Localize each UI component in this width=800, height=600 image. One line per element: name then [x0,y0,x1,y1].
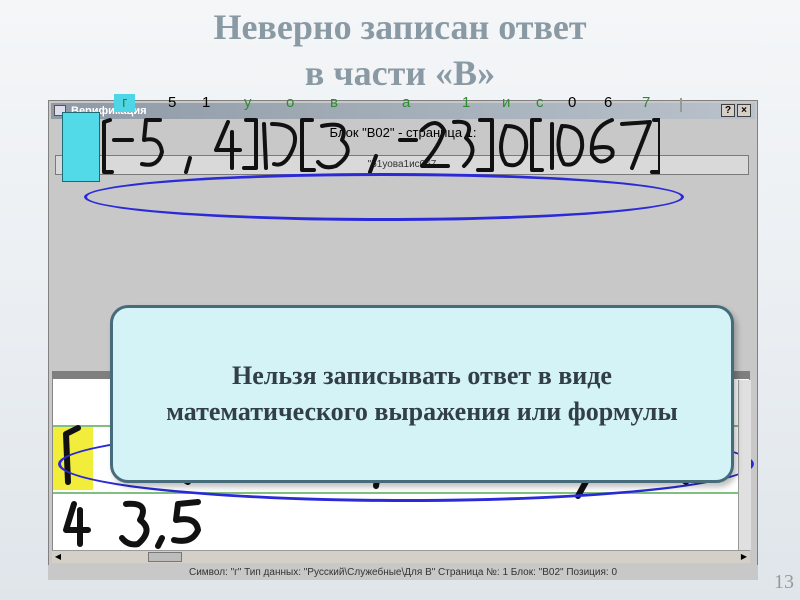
status-bar: Символ: "г" Тип данных: "Русский\Служебн… [48,565,758,580]
slide-page-number: 13 [774,571,794,593]
slide-title-line1: Неверно записан ответ [213,7,587,47]
horizontal-scrollbar[interactable]: ◀ ▶ [52,550,750,563]
scroll-left-icon[interactable]: ◀ [52,551,64,563]
handwritten-answer-image [102,118,660,174]
callout-text: Нельзя записывать ответ в виде математич… [166,361,678,426]
vertical-scrollbar[interactable] [738,380,751,550]
close-button[interactable]: × [737,104,751,117]
slide-title-line2: в части «В» [304,53,496,93]
help-button[interactable]: ? [721,104,735,117]
scroll-right-icon[interactable]: ▶ [738,551,750,563]
highlight-ellipse-top [84,173,684,221]
warning-callout: Нельзя записывать ответ в виде математич… [110,305,734,483]
scroll-thumb[interactable] [148,552,182,562]
cursor-bar [680,98,682,112]
